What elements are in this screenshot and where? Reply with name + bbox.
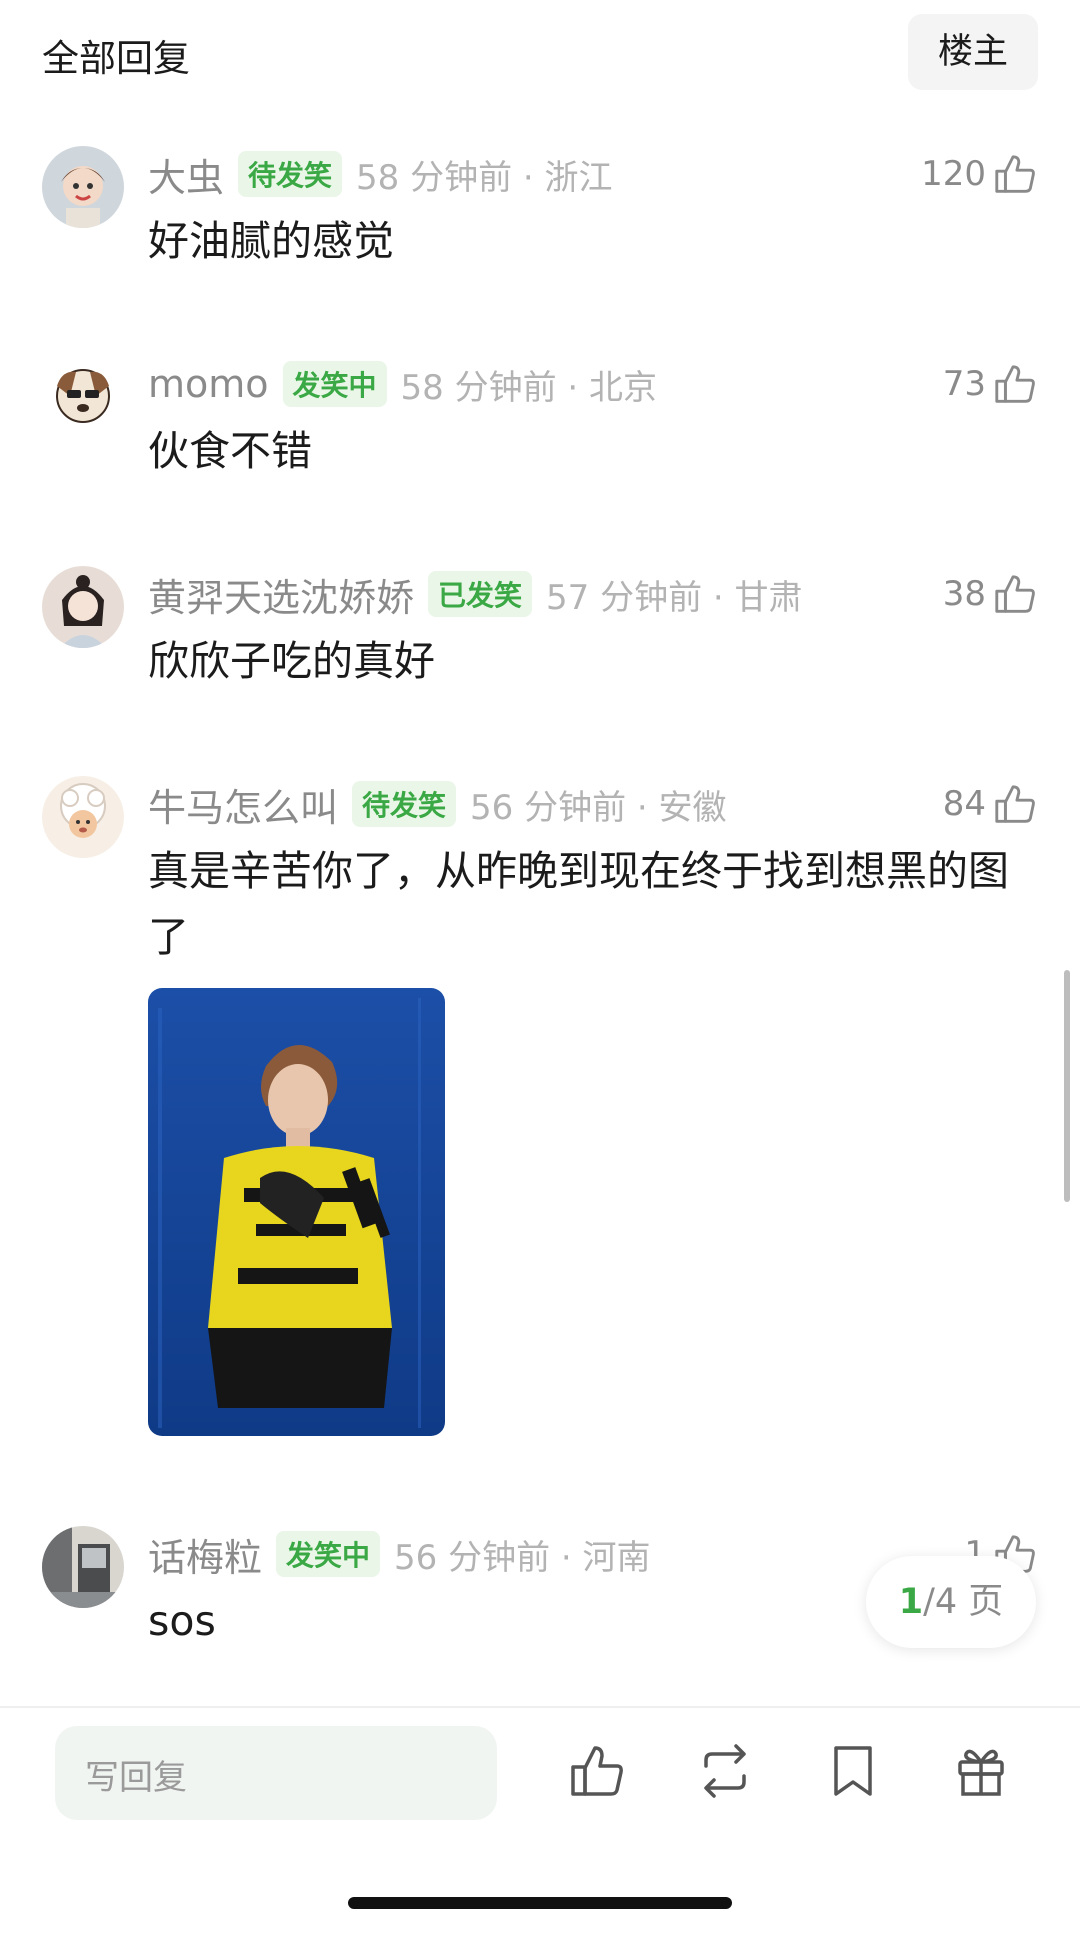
status-badge: 发笑中	[276, 1531, 381, 1577]
thumbs-up-icon	[995, 155, 1035, 193]
thumbs-up-icon	[995, 785, 1035, 823]
bottom-divider	[0, 1706, 1080, 1708]
thumbs-up-icon[interactable]	[566, 1740, 628, 1802]
reply-placeholder: 写回复	[85, 1758, 187, 1798]
current-page: 1	[898, 1582, 924, 1622]
comment-text: 伙食不错	[148, 427, 312, 475]
comment-text: 欣欣子吃的真好	[148, 637, 435, 685]
status-badge: 待发笑	[352, 781, 457, 827]
time-location: 58 分钟前 · 北京	[400, 367, 658, 408]
like-count: 84	[942, 784, 986, 824]
status-badge: 发笑中	[282, 361, 387, 407]
comment-text: 真是辛苦你了，从昨晚到现在终于找到想黑的图了	[148, 847, 1009, 961]
scrollbar[interactable]	[1064, 970, 1070, 1202]
owner-only-button[interactable]: 楼主	[908, 14, 1038, 90]
time-location: 56 分钟前 · 河南	[394, 1537, 651, 1578]
username[interactable]: 黄羿天选沈娇娇	[148, 567, 414, 622]
avatar[interactable]	[42, 1526, 124, 1608]
like-button[interactable]: 84	[943, 778, 1038, 830]
like-button[interactable]: 38	[943, 568, 1038, 620]
like-count: 73	[942, 364, 986, 404]
like-count: 120	[921, 154, 986, 194]
thumbs-up-icon	[995, 575, 1035, 613]
avatar[interactable]	[42, 356, 124, 438]
username[interactable]: 话梅粒	[148, 1527, 262, 1582]
thumbs-up-icon	[995, 365, 1035, 403]
like-count: 38	[942, 574, 986, 614]
like-button[interactable]: 120	[921, 148, 1038, 200]
time-location: 58 分钟前 · 浙江	[356, 157, 613, 198]
status-badge: 待发笑	[238, 151, 343, 197]
comment-text: 好油腻的感觉	[148, 217, 394, 265]
avatar[interactable]	[42, 776, 124, 858]
repost-icon[interactable]	[694, 1740, 756, 1802]
avatar[interactable]	[42, 566, 124, 648]
time-location: 57 分钟前 · 甘肃	[546, 577, 803, 618]
avatar[interactable]	[42, 146, 124, 228]
home-indicator[interactable]	[348, 1897, 732, 1909]
like-button[interactable]: 73	[943, 358, 1038, 410]
bookmark-icon[interactable]	[822, 1740, 884, 1802]
total-pages: /4 页	[923, 1582, 1004, 1622]
username[interactable]: momo	[148, 362, 269, 406]
page-title: 全部回复	[42, 37, 190, 80]
comment-image[interactable]	[148, 988, 445, 1436]
reply-input[interactable]: 写回复	[55, 1726, 497, 1820]
status-badge: 已发笑	[428, 571, 533, 617]
time-location: 56 分钟前 · 安徽	[470, 787, 727, 828]
username[interactable]: 大虫	[148, 147, 224, 202]
gift-icon[interactable]	[950, 1740, 1012, 1802]
page-indicator[interactable]: 1/4 页	[866, 1556, 1036, 1648]
header: 全部回复 楼主	[0, 0, 1080, 110]
username[interactable]: 牛马怎么叫	[148, 777, 338, 832]
